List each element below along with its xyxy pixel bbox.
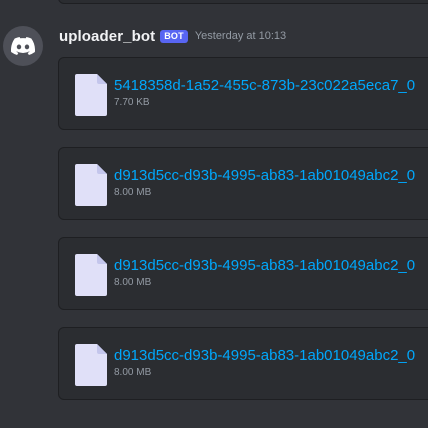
avatar[interactable] xyxy=(3,26,43,66)
attachment-card: d913d5cc-d93b-4995-ab83-1ab01049abc2_0 8… xyxy=(58,327,428,400)
attachment-link[interactable]: 5418358d-1a52-455c-873b-23c022a5eca7_0 xyxy=(114,77,415,94)
timestamp: Yesterday at 10:13 xyxy=(194,30,287,42)
message-header: uploader_bot BOT Yesterday at 10:13 xyxy=(59,27,286,45)
attachment-card: d913d5cc-d93b-4995-ab83-1ab01049abc2_0 8… xyxy=(58,147,428,220)
attachment-card: 5418358d-1a52-455c-873b-23c022a5eca7_0 7… xyxy=(58,57,428,130)
chat-viewport: uploader_bot BOT Yesterday at 10:13 5418… xyxy=(0,0,428,428)
attachment-link[interactable]: d913d5cc-d93b-4995-ab83-1ab01049abc2_0 xyxy=(114,257,415,274)
bot-tag: BOT xyxy=(160,29,188,43)
attachment-card: d913d5cc-d93b-4995-ab83-1ab01049abc2_0 8… xyxy=(58,237,428,310)
file-icon xyxy=(75,74,107,116)
attachment-link[interactable]: d913d5cc-d93b-4995-ab83-1ab01049abc2_0 xyxy=(114,167,415,184)
attachment-link[interactable]: d913d5cc-d93b-4995-ab83-1ab01049abc2_0 xyxy=(114,347,415,364)
attachment-size: 8.00 MB xyxy=(114,187,152,198)
previous-attachment-card[interactable] xyxy=(58,0,428,4)
file-icon xyxy=(75,254,107,296)
file-icon xyxy=(75,164,107,206)
discord-logo-icon xyxy=(11,37,35,55)
file-icon xyxy=(75,344,107,386)
attachment-size: 8.00 MB xyxy=(114,277,152,288)
attachment-size: 7.70 KB xyxy=(114,97,150,108)
attachment-size: 8.00 MB xyxy=(114,367,152,378)
username[interactable]: uploader_bot xyxy=(59,28,155,45)
